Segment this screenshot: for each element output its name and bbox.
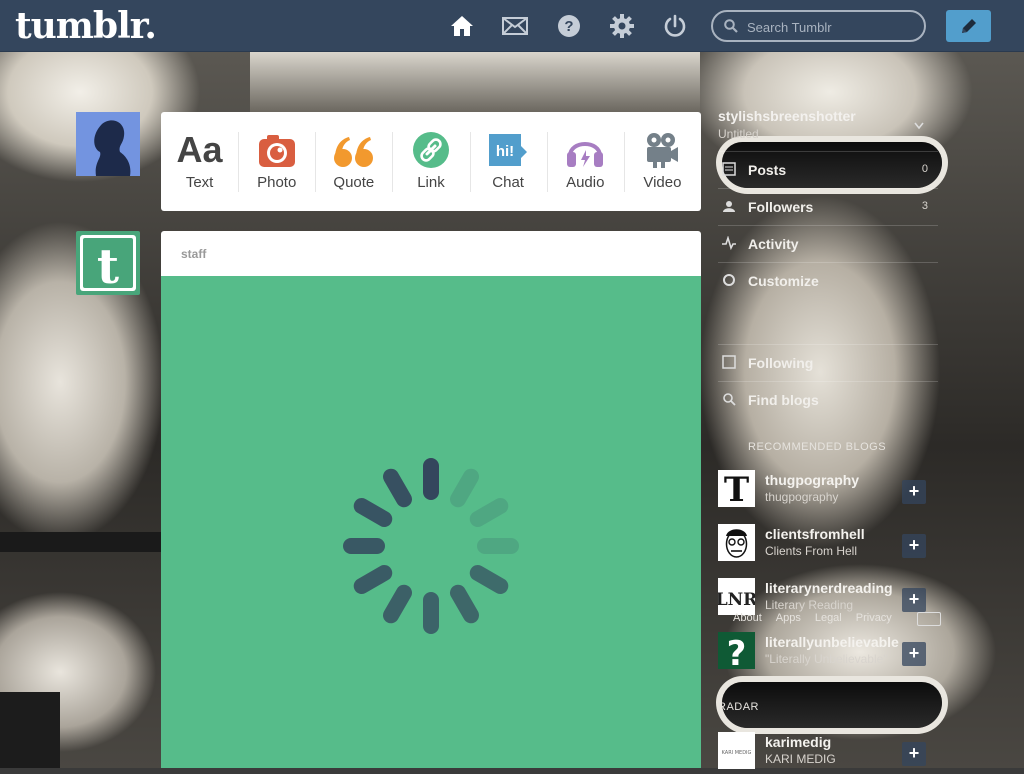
follow-button[interactable]: + [902, 534, 926, 558]
post-content-loading [161, 276, 701, 768]
text-icon: Aa [176, 129, 223, 170]
spinner-bar [423, 592, 439, 634]
loading-spinner-icon [343, 458, 519, 634]
post-type-photo[interactable]: Photo [238, 112, 315, 211]
sidebar-item-posts[interactable]: Posts 0 [718, 151, 938, 188]
post-type-bar: Aa Text Photo Quote Link hi! Chat Audio … [161, 112, 701, 211]
recommended-blogs-heading: RECOMMENDED BLOGS [748, 441, 887, 453]
footer-link-privacy[interactable]: Privacy [856, 612, 892, 624]
search-icon [724, 19, 738, 33]
follow-button[interactable]: + [902, 742, 926, 766]
sidebar-item-followers[interactable]: Followers 3 [718, 188, 938, 225]
svg-text:LNR: LNR [718, 590, 755, 610]
followers-icon [723, 201, 735, 212]
spinner-bar [343, 538, 385, 554]
activity-icon [722, 236, 736, 250]
sidebar-item-activity[interactable]: Activity [718, 225, 938, 262]
help-icon[interactable]: ? [556, 13, 582, 39]
post-type-link[interactable]: Link [392, 112, 469, 211]
link-icon [412, 132, 449, 168]
svg-text:T: T [724, 470, 749, 507]
spinner-bar [450, 584, 479, 624]
search-input[interactable] [745, 16, 919, 38]
post-type-chat[interactable]: hi! Chat [469, 112, 547, 211]
sidebar-item-following[interactable]: Following [718, 344, 938, 381]
pencil-icon [961, 19, 976, 33]
chat-icon: hi! [489, 134, 528, 166]
spinner-bar [450, 468, 479, 508]
post-author-name[interactable]: staff [181, 247, 206, 261]
svg-text:?: ? [727, 634, 747, 669]
post-header: staff [161, 231, 701, 276]
footer-link-legal[interactable]: Legal [815, 612, 842, 624]
home-icon[interactable] [449, 13, 475, 39]
post-type-quote[interactable]: Quote [315, 112, 392, 211]
chevron-down-icon[interactable] [914, 122, 924, 130]
spinner-bar [383, 584, 412, 624]
spinner-bar [383, 468, 412, 508]
compose-button[interactable] [946, 10, 991, 42]
post-type-text[interactable]: Aa Text [161, 112, 238, 211]
spinner-bar [469, 565, 509, 594]
recommended-blog-item[interactable]: ? literallyunbelievable "Literally Unbel… [718, 632, 938, 674]
sidebar-item-find-blogs[interactable]: Find blogs [718, 381, 938, 418]
blog-thumbnail: KARI MEDIG [718, 732, 755, 769]
gear-icon[interactable] [609, 13, 635, 39]
spinner-bar [353, 565, 393, 594]
footer-link-about[interactable]: About [733, 612, 762, 624]
post-type-audio[interactable]: Audio [546, 112, 624, 211]
svg-text:hi!: hi! [496, 143, 514, 160]
radar-heading: RADAR [718, 701, 760, 713]
blog-thumbnail: LNR [716, 578, 758, 615]
keyboard-shortcuts-icon[interactable] [917, 612, 941, 626]
tumblr-logo[interactable]: tumblr. [15, 5, 157, 47]
headphones-icon [567, 142, 604, 167]
follow-button[interactable]: + [902, 588, 926, 612]
user-avatar[interactable] [76, 112, 140, 176]
mail-icon[interactable] [502, 13, 528, 39]
quote-icon [333, 137, 373, 167]
recommended-blog-item[interactable]: T thugpography thugpography + [718, 470, 938, 510]
svg-text:t: t [97, 239, 119, 295]
account-blog-title: Untitled [718, 127, 759, 141]
follow-button[interactable]: + [902, 480, 926, 504]
blog-thumbnail [718, 524, 755, 561]
svg-text:?: ? [564, 18, 573, 35]
spinner-bar [469, 498, 509, 527]
blog-thumbnail: ? [718, 632, 755, 674]
spinner-bar [423, 458, 439, 500]
power-icon[interactable] [662, 13, 688, 39]
spinner-bar [477, 538, 519, 554]
post-type-video[interactable]: Video [623, 112, 701, 211]
top-navigation-bar: tumblr. ? [0, 0, 1024, 52]
customize-icon [723, 274, 735, 286]
footer-links: About Apps Legal Privacy [733, 612, 892, 624]
account-blog-name[interactable]: stylishsbreenshotter [718, 108, 856, 124]
footer-link-apps[interactable]: Apps [776, 612, 801, 624]
video-camera-icon [647, 133, 679, 168]
sidebar-item-customize[interactable]: Customize [718, 262, 938, 299]
radar-blog-item[interactable]: KARI MEDIG karimedig KARI MEDIG + [718, 732, 938, 772]
svg-text:KARI MEDIG: KARI MEDIG [722, 750, 752, 756]
spinner-bar [353, 498, 393, 527]
following-icon [722, 355, 736, 369]
follow-button[interactable]: + [902, 642, 926, 666]
posts-icon [722, 162, 736, 176]
silhouette-avatar-icon [76, 112, 140, 176]
camera-icon [258, 135, 295, 167]
blog-thumbnail: T [718, 470, 755, 510]
search-box [711, 10, 926, 42]
cartoon-face-icon [725, 529, 748, 558]
find-blogs-icon [723, 393, 736, 406]
staff-avatar[interactable]: t [76, 231, 140, 295]
tumblr-t-logo-icon: t [80, 235, 136, 295]
recommended-blog-item[interactable]: clientsfromhell Clients From Hell + [718, 524, 938, 564]
